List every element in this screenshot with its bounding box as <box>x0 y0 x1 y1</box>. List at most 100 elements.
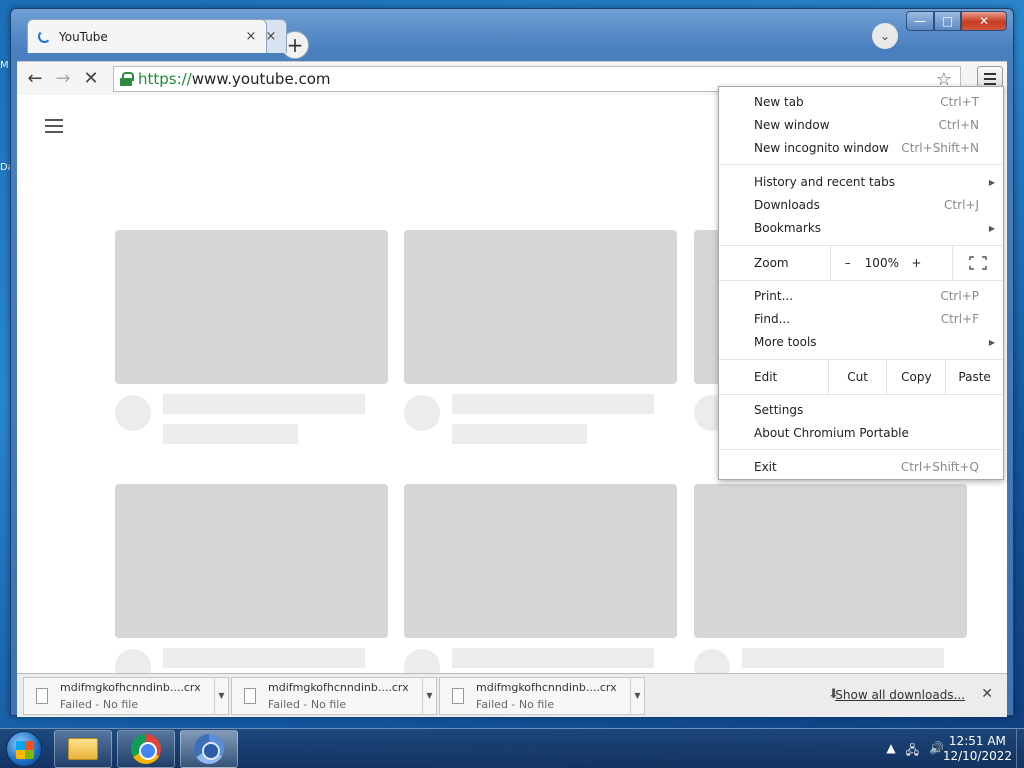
back-button[interactable]: ← <box>21 65 49 93</box>
stop-button[interactable]: ✕ <box>77 65 105 93</box>
menu-item-label: About Chromium Portable <box>754 426 909 440</box>
taskbar-explorer[interactable] <box>54 730 112 768</box>
download-text: mdifmgkofhcnndinb....crx Failed - No fil… <box>60 679 214 713</box>
avatar-placeholder <box>115 649 151 673</box>
download-status: Failed - No file <box>268 697 347 711</box>
guide-menu-bar <box>45 125 63 127</box>
download-status: Failed - No file <box>476 697 555 711</box>
chevron-down-icon: ⌄ <box>879 29 891 43</box>
download-text: mdifmgkofhcnndinb....crx Failed - No fil… <box>476 679 630 713</box>
meta-placeholder <box>452 424 587 444</box>
title-placeholder <box>742 648 944 668</box>
submenu-arrow-icon: ▶ <box>988 223 995 233</box>
title-placeholder <box>452 648 654 668</box>
url-scheme: https:// <box>138 70 192 88</box>
zoom-in-button[interactable]: + <box>899 246 934 280</box>
menu-item-downloads[interactable]: Downloads Ctrl+J <box>719 194 1003 216</box>
menu-item-label: More tools <box>754 335 817 349</box>
maximize-button[interactable]: □ <box>934 11 961 31</box>
menu-item-shortcut: Ctrl+J <box>944 198 979 212</box>
tab-youtube[interactable]: YouTube × <box>27 19 267 53</box>
start-button[interactable] <box>6 731 42 767</box>
guide-menu-bar <box>45 119 63 121</box>
title-placeholder <box>452 394 654 414</box>
file-icon <box>452 687 464 704</box>
lock-icon <box>120 72 134 86</box>
menu-item-label: New tab <box>754 95 804 109</box>
forward-arrow-icon: → <box>55 68 71 89</box>
download-dropdown-icon[interactable]: ▼ <box>214 677 228 714</box>
caption-buttons: — □ ✕ <box>906 11 1007 31</box>
show-hidden-icons-icon[interactable]: ▲ <box>886 741 895 762</box>
menu-item-history[interactable]: History and recent tabs ▶ <box>719 171 1003 193</box>
menu-item-bookmarks[interactable]: Bookmarks ▶ <box>719 217 1003 239</box>
fullscreen-icon[interactable] <box>951 246 1003 280</box>
loading-spinner-icon <box>38 30 51 43</box>
menu-separator <box>719 164 1003 165</box>
thumbnail-placeholder <box>694 484 967 638</box>
cut-button[interactable]: Cut <box>827 360 887 394</box>
zoom-out-button[interactable]: – <box>829 246 865 280</box>
menu-item-exit[interactable]: Exit Ctrl+Shift+Q <box>719 456 1003 478</box>
menu-item-label: Exit <box>754 460 777 474</box>
windows-logo-icon <box>16 741 34 759</box>
menu-item-new-incognito[interactable]: New incognito window Ctrl+Shift+N <box>719 137 1003 159</box>
menu-item-print[interactable]: Print... Ctrl+P <box>719 285 1003 307</box>
download-item[interactable]: mdifmgkofhcnndinb....crx Failed - No fil… <box>23 676 229 715</box>
show-all-downloads-link[interactable]: Show all downloads... <box>835 688 965 702</box>
download-dropdown-icon[interactable]: ▼ <box>422 677 436 714</box>
forward-button[interactable]: → <box>49 65 77 93</box>
system-tray: ▲ 🖧 🔊 <box>886 741 944 762</box>
menu-item-find[interactable]: Find... Ctrl+F <box>719 308 1003 330</box>
download-shelf: mdifmgkofhcnndinb....crx Failed - No fil… <box>17 673 1007 717</box>
taskbar-chromium[interactable] <box>180 730 238 768</box>
download-item[interactable]: mdifmgkofhcnndinb....crx Failed - No fil… <box>231 676 437 715</box>
folder-icon <box>68 738 98 760</box>
menu-item-label: Print... <box>754 289 794 303</box>
clock[interactable]: 12:51 AM 12/10/2022 <box>943 734 1012 764</box>
menu-item-shortcut: Ctrl+Shift+Q <box>900 460 979 474</box>
download-filename: mdifmgkofhcnndinb....crx <box>60 680 201 694</box>
download-filename: mdifmgkofhcnndinb....crx <box>476 680 617 694</box>
menu-item-shortcut: Ctrl+P <box>940 289 979 303</box>
menu-item-label: Downloads <box>754 198 820 212</box>
taskbar-chrome[interactable] <box>117 730 175 768</box>
thumbnail-placeholder <box>404 484 677 638</box>
guide-menu-icon[interactable] <box>45 119 63 133</box>
video-placeholder-card <box>694 484 967 673</box>
menu-separator <box>719 280 1003 281</box>
menu-item-settings[interactable]: Settings <box>719 399 1003 421</box>
paste-button[interactable]: Paste <box>945 360 1003 394</box>
avatar-placeholder <box>694 649 730 673</box>
video-placeholder-card <box>404 484 677 673</box>
menu-item-shortcut: Ctrl+Shift+N <box>901 141 979 155</box>
video-placeholder-card <box>404 230 677 444</box>
network-icon[interactable]: 🖧 <box>906 741 919 762</box>
menu-item-new-window[interactable]: New window Ctrl+N <box>719 114 1003 136</box>
menu-bar <box>984 78 996 80</box>
title-placeholder <box>163 648 365 668</box>
menu-item-shortcut: Ctrl+F <box>940 312 979 326</box>
show-desktop-button[interactable] <box>1016 729 1024 768</box>
copy-button[interactable]: Copy <box>886 360 945 394</box>
download-dropdown-icon[interactable]: ▼ <box>630 677 644 714</box>
tab-close-icon[interactable]: × <box>242 29 260 44</box>
menu-item-label: New window <box>754 118 830 132</box>
menu-item-new-tab[interactable]: New tab Ctrl+T <box>719 91 1003 113</box>
download-item[interactable]: mdifmgkofhcnndinb....crx Failed - No fil… <box>439 676 645 715</box>
volume-icon[interactable]: 🔊 <box>929 741 944 762</box>
close-window-button[interactable]: ✕ <box>961 11 1007 31</box>
file-icon <box>36 687 48 704</box>
fullscreen-glyph <box>969 256 987 270</box>
thumbnail-placeholder <box>115 230 388 384</box>
tab-strip: × YouTube × + <box>17 19 853 59</box>
taskbar: ▲ 🖧 🔊 12:51 AM 12/10/2022 <box>0 728 1024 768</box>
title-placeholder <box>163 394 365 414</box>
menu-item-about[interactable]: About Chromium Portable <box>719 422 1003 444</box>
close-shelf-icon[interactable]: ✕ <box>981 686 993 702</box>
profile-dropdown-button[interactable]: ⌄ <box>872 23 898 49</box>
menu-item-shortcut: Ctrl+N <box>938 118 979 132</box>
minimize-button[interactable]: — <box>906 11 934 31</box>
chromium-icon <box>194 734 224 764</box>
menu-item-more-tools[interactable]: More tools ▶ <box>719 331 1003 353</box>
